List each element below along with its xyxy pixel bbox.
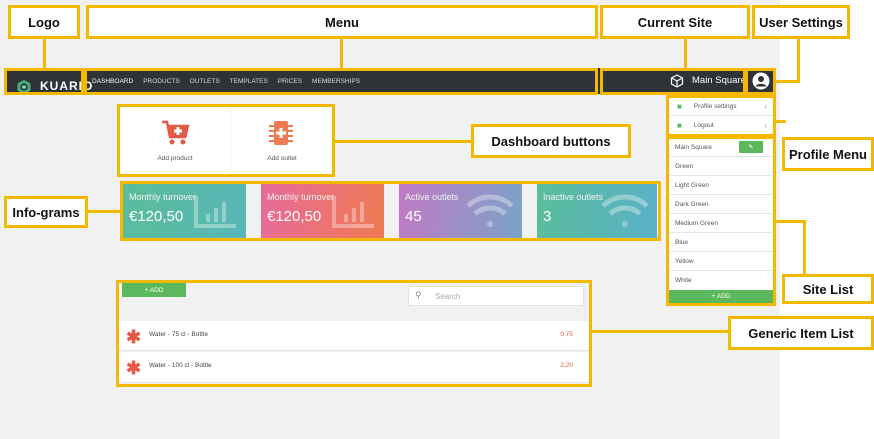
callout-current-site: Current Site	[600, 5, 750, 39]
callout-user-settings: User Settings	[752, 5, 850, 39]
connector	[335, 140, 471, 143]
connector	[340, 39, 343, 68]
callout-dashboard-buttons: Dashboard buttons	[471, 124, 631, 158]
frame-info-grams	[120, 181, 661, 241]
frame-generic-item-list	[116, 280, 592, 387]
callout-generic-item-list: Generic Item List	[728, 316, 874, 350]
connector	[88, 210, 120, 213]
connector	[776, 80, 800, 83]
callout-menu: Menu	[86, 5, 598, 39]
frame-menu	[84, 68, 598, 95]
connector	[43, 39, 46, 68]
callout-info-grams: Info-grams	[4, 196, 88, 228]
callout-logo: Logo	[8, 5, 80, 39]
frame-site-list	[666, 136, 776, 306]
frame-current-site	[600, 68, 746, 95]
connector	[803, 220, 806, 276]
callout-site-list: Site List	[782, 274, 874, 304]
connector	[776, 220, 806, 223]
frame-logo	[4, 68, 84, 95]
frame-dashboard-buttons	[117, 104, 335, 177]
connector	[797, 39, 800, 82]
connector	[684, 39, 687, 68]
connector	[776, 120, 786, 123]
connector	[592, 330, 728, 333]
frame-profile-menu	[666, 95, 776, 137]
callout-profile-menu: Profile Menu	[782, 137, 874, 171]
frame-user-settings	[745, 68, 776, 95]
